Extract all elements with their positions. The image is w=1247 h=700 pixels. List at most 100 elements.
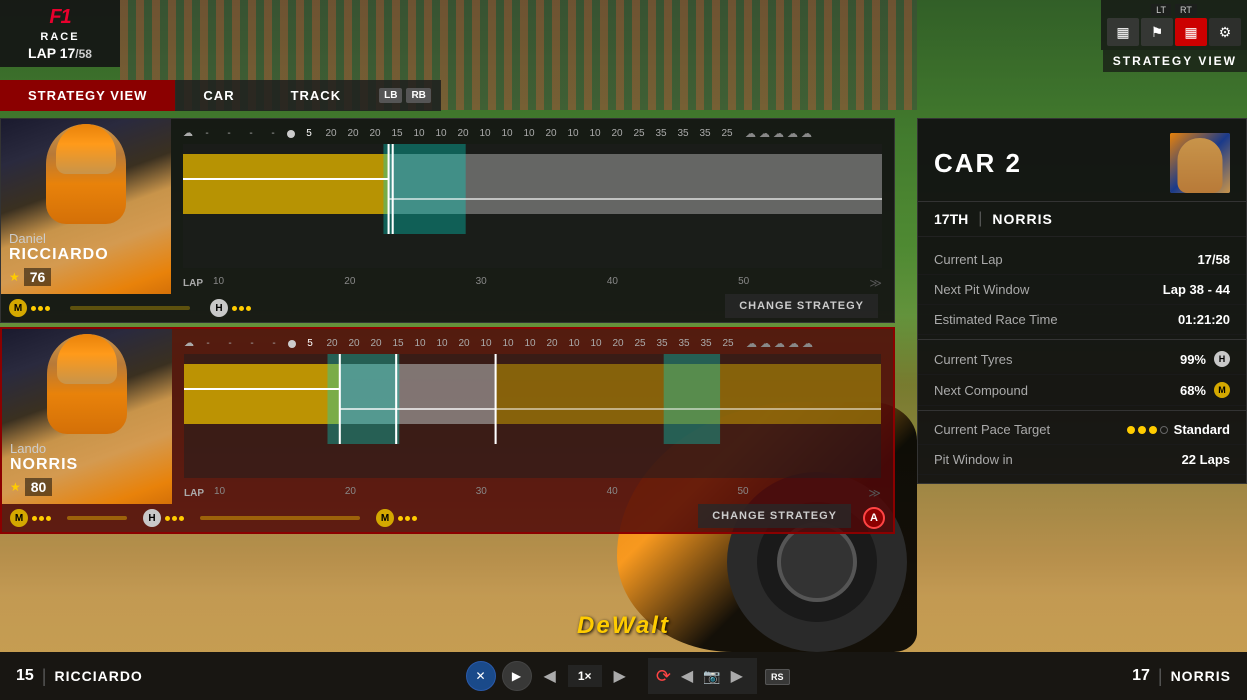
rs-badge-container: RS [757, 667, 798, 685]
lb-badge[interactable]: LB [379, 88, 402, 103]
next-pit-value: Lap 38 - 44 [1163, 282, 1230, 297]
replay-icon: ⟳ [656, 666, 671, 687]
arrow-right-button[interactable]: ▶ [608, 662, 632, 690]
ricciardo-weather-row: ☁ - - - - 5 20 20 20 15 10 10 20 10 [183, 127, 882, 140]
tyre-badge-h2: H [143, 509, 161, 527]
bottom-left-position: 15 [16, 667, 34, 685]
car2-header: CAR 2 [918, 119, 1246, 202]
next-compound-label: Next Compound [934, 383, 1028, 398]
rs-badge[interactable]: RS [765, 669, 790, 685]
play-button[interactable]: ▶ [502, 661, 532, 691]
tab-strategy-view[interactable]: STRATEGY VIEW [0, 80, 175, 111]
ricciardo-lastname: RICCIARDO [9, 246, 109, 264]
tyre-dots-h1 [232, 306, 251, 311]
norris-panel-bottom: M H [2, 504, 893, 532]
hud-flag-icon[interactable]: ⚑ [1141, 18, 1173, 46]
norris-firstname: Lando [10, 441, 78, 456]
info-row-next-compound: Next Compound 68% M [918, 375, 1246, 406]
tyre-badge-m1: M [9, 299, 27, 317]
next-compound-value: 68% M [1180, 382, 1230, 398]
pace-target-label: Current Pace Target [934, 422, 1050, 437]
tyre-dots-h2 [165, 516, 184, 521]
norris-a-button[interactable]: A [863, 507, 885, 529]
norris-rating-num: 80 [25, 478, 53, 496]
dewalt-logo: DeWalt [577, 612, 670, 640]
tyre-label-m3: M [376, 509, 417, 527]
tyre-label-h1: H [210, 299, 251, 317]
bottom-right-position: 17 [1132, 667, 1150, 685]
lap-end-arrow-2: ≫ [868, 486, 881, 500]
arrow-left-button[interactable]: ◀ [538, 662, 562, 690]
car2-driver-name: NORRIS [992, 211, 1052, 227]
strategy-view-label: STRATEGY VIEW [1103, 50, 1247, 72]
car2-driver-position-row: 17TH | NORRIS [918, 202, 1246, 237]
norris-lap-axis: LAP 10 20 30 40 50 ≫ [184, 482, 881, 504]
current-lap-value: 17/58 [1197, 252, 1230, 267]
tyre-badge-m2: M [10, 509, 28, 527]
norris-change-strategy-btn[interactable]: CHANGE STRATEGY [698, 504, 851, 528]
ricciardo-lap-axis: LAP 10 20 30 40 50 ≫ [183, 272, 882, 294]
tab-track[interactable]: TRACK [263, 80, 370, 111]
current-lap-label: Current Lap [934, 252, 1003, 267]
replay-arrow-left[interactable]: ◀ [675, 662, 699, 690]
weather-clouds-row2: ☁ ☁ ☁ ☁ ☁ [746, 337, 813, 350]
est-race-time-value: 01:21:20 [1178, 312, 1230, 327]
car2-right-panel: CAR 2 17TH | NORRIS Current Lap 17/58 Ne… [917, 118, 1247, 484]
car2-divider: | [978, 210, 982, 228]
tyre-line-m2a [67, 516, 127, 520]
norris-tyre-labels: M H [2, 505, 425, 531]
next-pit-label: Next Pit Window [934, 282, 1029, 297]
tab-car[interactable]: CAR [175, 80, 262, 111]
bottom-right-driver-name: NORRIS [1171, 668, 1231, 684]
norris-panel: Lando NORRIS ★ 80 ☁ - - - - [0, 327, 895, 534]
ricciardo-rating: ★ 76 [9, 268, 109, 286]
norris-svg-chart [184, 354, 881, 444]
ricciardo-strategy-chart [183, 144, 882, 268]
lap-axis-label-2: LAP [184, 488, 214, 499]
tyre-line-m1 [70, 306, 190, 310]
ricciardo-panel-top: Daniel RICCIARDO ★ 76 ☁ - - - - [1, 119, 894, 294]
hud-settings-icon[interactable]: ⚙ [1209, 18, 1241, 46]
x-button[interactable]: ✕ [466, 661, 496, 691]
ricciardo-rating-num: 76 [24, 268, 52, 286]
lap-info: LAP 17/58 [28, 45, 92, 61]
tyre-badge-h1: H [210, 299, 228, 317]
est-race-time-label: Estimated Race Time [934, 312, 1058, 327]
norris-chart-area: ☁ - - - - 5 20 20 20 15 10 10 20 10 [172, 329, 893, 504]
norris-rating: ★ 80 [10, 478, 78, 496]
car2-driver-position: 17TH [934, 211, 968, 227]
lb-rb-buttons: LB RB [369, 80, 441, 111]
replay-arrow-right[interactable]: ▶ [725, 662, 749, 690]
info-divider-1 [918, 339, 1246, 340]
norris-lap-numbers: 10 20 30 40 50 ≫ [214, 486, 881, 500]
lap-axis-label-1: LAP [183, 278, 213, 289]
ricciardo-lap-numbers: 10 20 30 40 50 ≫ [213, 276, 882, 290]
norris-name-area: Lando NORRIS ★ 80 [10, 441, 78, 496]
ricciardo-name-area: Daniel RICCIARDO ★ 76 [9, 231, 109, 286]
norris-photo-area: Lando NORRIS ★ 80 [2, 329, 172, 504]
norris-panel-top: Lando NORRIS ★ 80 ☁ - - - - [2, 329, 893, 504]
hud-bar-chart-active-icon[interactable]: ▦ [1175, 18, 1207, 46]
bottom-controls: ✕ ▶ ◀ 1× ▶ [450, 661, 648, 691]
strategy-panels: Daniel RICCIARDO ★ 76 ☁ - - - - [0, 118, 895, 538]
norris-strategy-chart [184, 354, 881, 478]
ricciardo-panel: Daniel RICCIARDO ★ 76 ☁ - - - - [0, 118, 895, 323]
ricciardo-change-strategy-btn[interactable]: CHANGE STRATEGY [725, 294, 878, 318]
info-row-pace-target: Current Pace Target Standard [918, 415, 1246, 445]
norris-star-icon: ★ [10, 480, 21, 494]
bottom-right-divider: | [1158, 666, 1163, 687]
ricciardo-panel-bottom: M H CHANGE STRATEGY [1, 294, 894, 322]
rb-badge[interactable]: RB [406, 88, 430, 103]
ricciardo-tyre-labels: M H [1, 295, 259, 321]
f1-logo-area: F1 RACE LAP 17/58 [0, 0, 120, 67]
pace-target-value: Standard [1127, 422, 1230, 437]
info-row-pit-window-in: Pit Window in 22 Laps [918, 445, 1246, 475]
f1-logo: F1 [49, 6, 70, 29]
replay-section: ⟳ ◀ 📷 ▶ [648, 658, 757, 694]
ricciardo-star-icon: ★ [9, 270, 20, 284]
ricciardo-photo-area: Daniel RICCIARDO ★ 76 [1, 119, 171, 294]
car2-info-rows: Current Lap 17/58 Next Pit Window Lap 38… [918, 237, 1246, 483]
rt-label: RT [1175, 4, 1197, 16]
norris-change-strategy-area: CHANGE STRATEGY A [698, 504, 885, 532]
hud-bar-chart-icon[interactable]: ▦ [1107, 18, 1139, 46]
